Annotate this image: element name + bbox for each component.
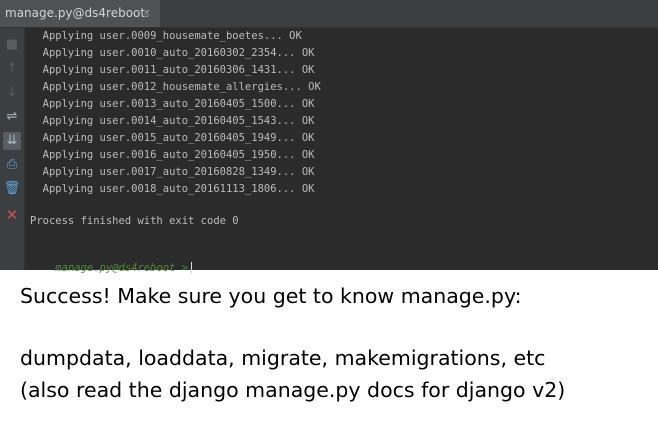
- console-line: Applying user.0017_auto_20160828_1349...…: [30, 166, 315, 178]
- caption-line-1: Success! Make sure you get to know manag…: [20, 284, 522, 308]
- console-line: Applying user.0016_auto_20160405_1950...…: [30, 149, 315, 161]
- down-arrow-icon[interactable]: ↓: [3, 84, 21, 102]
- console-line: Applying user.0011_auto_20160306_1431...…: [30, 64, 315, 76]
- close-icon[interactable]: ✕: [3, 206, 21, 224]
- console-line: Applying user.0013_auto_20160405_1500...…: [30, 98, 315, 110]
- console-line: Applying user.0014_auto_20160405_1543...…: [30, 115, 315, 127]
- tab-title: manage.py@ds4reboot:: [5, 6, 150, 20]
- caption-line-2: dumpdata, loaddata, migrate, makemigrati…: [20, 346, 546, 370]
- tab-bar: manage.py@ds4reboot: ×: [0, 0, 658, 28]
- exit-message: Process finished with exit code 0: [30, 215, 239, 227]
- text-cursor: [191, 262, 193, 274]
- console-toolbar: ■ ↑ ↓ ⇌ ⇊ ⎙ 🗑 ✕: [0, 28, 25, 270]
- trash-icon[interactable]: 🗑: [3, 180, 21, 198]
- caption-line-3: (also read the django manage.py docs for…: [20, 378, 566, 402]
- console-prompt: manage.py@ds4reboot >: [55, 262, 189, 274]
- up-arrow-icon[interactable]: ↑: [3, 60, 21, 78]
- ide-console-panel: manage.py@ds4reboot: × ■ ↑ ↓ ⇌ ⇊ ⎙ 🗑 ✕ A…: [0, 0, 658, 274]
- tab-close-icon[interactable]: ×: [142, 6, 151, 19]
- soft-wrap-icon[interactable]: ⇌: [3, 108, 21, 126]
- console-line: Applying user.0018_auto_20161113_1806...…: [30, 183, 315, 195]
- stop-icon[interactable]: ■: [3, 36, 21, 54]
- scroll-to-end-icon[interactable]: ⇊: [3, 132, 21, 150]
- console-line: Applying user.0010_auto_20160302_2354...…: [30, 47, 315, 59]
- tab-manage-py[interactable]: manage.py@ds4reboot: ×: [0, 0, 160, 27]
- console-output: Applying user.0009_housemate_boetes... O…: [30, 28, 650, 198]
- console-prompt-line[interactable]: manage.py@ds4reboot >: [30, 250, 193, 286]
- console-line: Applying user.0009_housemate_boetes... O…: [30, 30, 302, 42]
- console-line: Applying user.0012_housemate_allergies..…: [30, 81, 321, 93]
- print-icon[interactable]: ⎙: [3, 156, 21, 174]
- console-line: Applying user.0015_auto_20160405_1949...…: [30, 132, 315, 144]
